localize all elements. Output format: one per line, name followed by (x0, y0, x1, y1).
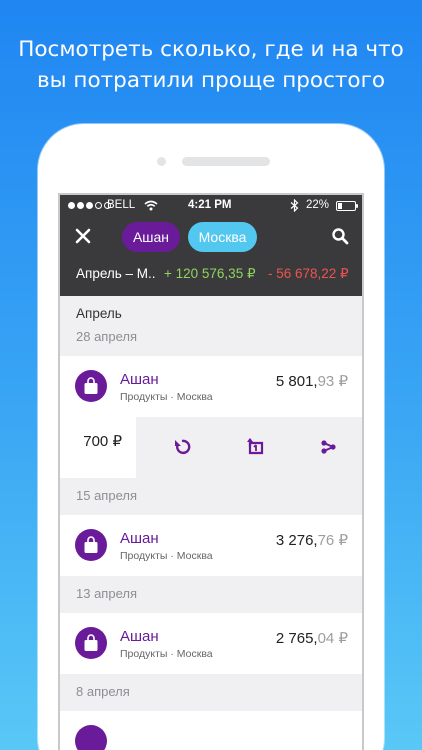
meta-separator: · (170, 648, 174, 660)
transaction-meta: Продукты · Москва (120, 648, 213, 660)
shopping-bag-icon (75, 725, 107, 750)
app-screen: BELL 4:21 PM 22% Ашан Москва Апрель – М.… (58, 193, 364, 750)
status-bar: BELL 4:21 PM 22% (60, 195, 362, 217)
transaction-row-partial[interactable] (60, 711, 362, 750)
battery-icon (336, 201, 358, 211)
transaction-title: Ашан (120, 371, 159, 388)
transaction-city: Москва (176, 550, 213, 562)
signal-icon (68, 202, 111, 209)
share-icon[interactable] (319, 437, 339, 457)
amount-cents: 76 ₽ (317, 532, 348, 549)
status-time: 4:21 PM (188, 199, 232, 211)
amount-cents: 04 ₽ (317, 630, 348, 647)
amount-main: 5 801, (275, 373, 318, 390)
month-header: Апрель (76, 306, 122, 321)
transaction-row[interactable]: Ашан Продукты · Москва 2 765,04 ₽ (60, 613, 362, 674)
transaction-amount: 5 801,93 ₽ (276, 372, 348, 390)
carrier-name: BELL (107, 199, 136, 211)
transaction-title: Ашан (120, 530, 159, 547)
shopping-bag-icon (75, 370, 107, 402)
transaction-meta: Продукты · Москва (120, 391, 213, 403)
date-header: 8 апреля (76, 684, 130, 699)
close-icon[interactable] (74, 227, 92, 245)
meta-separator: · (170, 391, 174, 403)
swipe-amount: 700 ₽ (60, 417, 136, 478)
transaction-category: Продукты (120, 391, 168, 403)
transaction-row[interactable]: Ашан Продукты · Москва 5 801,93 ₽ (60, 356, 362, 417)
summary-income: + 120 576,35 ₽ (164, 266, 256, 281)
shopping-bag-icon (75, 627, 107, 659)
headline-line-2: вы потратили проще простого (36, 68, 386, 93)
transaction-meta: Продукты · Москва (120, 550, 213, 562)
transaction-city: Москва (176, 648, 213, 660)
battery-fill (338, 203, 342, 209)
date-header: 28 апреля (76, 329, 137, 344)
headline-line-1: Посмотреть сколько, где и на что (18, 37, 404, 62)
filter-chip-city[interactable]: Москва (188, 222, 257, 252)
date-header: 15 апреля (76, 488, 137, 503)
repeat-icon[interactable] (246, 437, 266, 457)
amount-main: 2 765, (275, 630, 318, 647)
swipe-actions-row: 700 ₽ (60, 417, 362, 478)
shopping-bag-icon (75, 529, 107, 561)
transaction-row[interactable]: Ашан Продукты · Москва 3 276,76 ₽ (60, 515, 362, 576)
undo-icon[interactable] (172, 437, 192, 457)
nav-row: Ашан Москва (60, 219, 362, 253)
transaction-category: Продукты (120, 550, 168, 562)
date-header: 13 апреля (76, 586, 137, 601)
transaction-amount: 3 276,76 ₽ (276, 531, 348, 549)
wifi-icon (144, 200, 158, 211)
summary-expense: - 56 678,22 ₽ (268, 266, 349, 281)
top-bar: BELL 4:21 PM 22% Ашан Москва Апрель – М.… (60, 195, 362, 296)
amount-cents: 93 ₽ (317, 373, 348, 390)
transaction-amount: 2 765,04 ₽ (276, 629, 348, 647)
phone-camera (157, 157, 166, 166)
amount-main: 3 276, (275, 532, 318, 549)
meta-separator: · (170, 550, 174, 562)
search-icon[interactable] (331, 227, 349, 245)
transaction-title: Ашан (120, 628, 159, 645)
filter-chip-store[interactable]: Ашан (122, 222, 180, 252)
phone-speaker (182, 157, 270, 166)
transaction-category: Продукты (120, 648, 168, 660)
bluetooth-icon (290, 199, 299, 212)
transaction-city: Москва (176, 391, 213, 403)
summary-period: Апрель – М.. (76, 266, 156, 281)
promo-headline: Посмотреть сколько, где и на что вы потр… (0, 34, 422, 96)
battery-percent: 22% (306, 199, 330, 211)
